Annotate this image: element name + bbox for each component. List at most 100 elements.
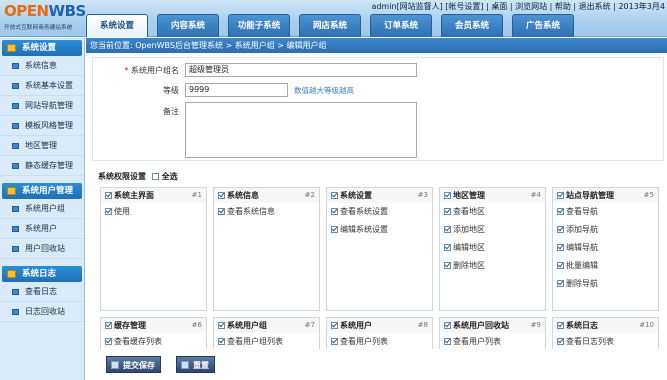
- save-button[interactable]: 提交保存: [106, 356, 161, 373]
- permission-checkbox[interactable]: [557, 262, 564, 269]
- sidebar-group-1[interactable]: 系统设置: [2, 40, 82, 56]
- permission-label: 查看日志列表: [566, 337, 614, 346]
- sidebar-item[interactable]: 查看日志: [0, 282, 84, 302]
- sidebar-item[interactable]: 模板风格管理: [0, 116, 84, 136]
- sidebar-item[interactable]: 系统信息: [0, 56, 84, 76]
- permission-label: 查看系统设置: [340, 207, 388, 216]
- permission-item[interactable]: 查看系统设置: [327, 203, 432, 221]
- reset-icon: [181, 361, 189, 369]
- select-all-checkbox[interactable]: [151, 173, 159, 180]
- permission-card: 系统用户组 #7 查看用户组列表: [213, 317, 320, 349]
- sidebar-item-label: 网站导航管理: [25, 101, 73, 110]
- permission-card-header: 系统用户 #8: [327, 318, 432, 333]
- permission-item[interactable]: 添加地区: [440, 221, 545, 239]
- permission-group-title: 系统信息: [227, 191, 259, 200]
- group-checkbox[interactable]: [105, 322, 112, 329]
- group-checkbox[interactable]: [331, 192, 338, 199]
- permission-checkbox[interactable]: [557, 226, 564, 233]
- permission-card: 站点导航管理 #5 查看导航 添加导航 编辑导航 批量编辑 删除导航: [552, 187, 659, 311]
- permission-item[interactable]: 编辑地区: [440, 239, 545, 257]
- permission-checkbox[interactable]: [218, 208, 225, 215]
- permission-item[interactable]: 查看缓存列表: [101, 333, 206, 349]
- permission-item[interactable]: 查看日志列表: [553, 333, 658, 349]
- group-checkbox[interactable]: [218, 322, 225, 329]
- permission-card: 系统主界面 #1 使用: [100, 187, 207, 311]
- tab-6[interactable]: 会员系统: [441, 14, 503, 37]
- permission-checkbox[interactable]: [331, 338, 338, 345]
- group-checkbox[interactable]: [218, 192, 225, 199]
- group-checkbox[interactable]: [331, 322, 338, 329]
- permission-item[interactable]: 编辑系统设置: [327, 221, 432, 239]
- permission-item[interactable]: 编辑导航: [553, 239, 658, 257]
- page-icon: [12, 103, 19, 109]
- note-textarea[interactable]: [185, 102, 417, 158]
- permission-item[interactable]: 使用: [101, 203, 206, 221]
- permission-checkbox[interactable]: [444, 208, 451, 215]
- permission-group-number: #2: [304, 191, 315, 199]
- sidebar-group-3[interactable]: 系统日志: [2, 266, 82, 282]
- permission-card-header: 系统主界面 #1: [101, 188, 206, 203]
- permission-checkbox[interactable]: [331, 226, 338, 233]
- select-all-label[interactable]: 全选: [162, 172, 178, 181]
- permission-checkbox[interactable]: [105, 338, 112, 345]
- permission-group-title: 站点导航管理: [566, 191, 614, 200]
- sidebar-item[interactable]: 系统基本设置: [0, 76, 84, 96]
- tab-7[interactable]: 广告系统: [512, 14, 574, 37]
- sidebar-item[interactable]: 网站导航管理: [0, 96, 84, 116]
- top-nav: 系统设置 内容系统 功能子系统 网店系统 订单系统 会员系统 广告系统: [86, 14, 583, 37]
- permission-checkbox[interactable]: [557, 208, 564, 215]
- permission-label: 查看用户列表: [453, 337, 501, 346]
- permission-checkbox[interactable]: [331, 208, 338, 215]
- permission-card: 系统信息 #2 查看系统信息: [213, 187, 320, 311]
- group-checkbox[interactable]: [444, 322, 451, 329]
- level-input[interactable]: 9999: [185, 83, 288, 97]
- sidebar-item[interactable]: 日志回收站: [0, 302, 84, 322]
- level-tip: 数值越大等级越高: [294, 86, 354, 95]
- permission-group-number: #4: [530, 191, 541, 199]
- permission-group-title: 地区管理: [453, 191, 485, 200]
- tab-5[interactable]: 订单系统: [370, 14, 432, 37]
- group-name-input[interactable]: 超级管理员: [185, 63, 417, 77]
- sidebar-item[interactable]: 静态缓存管理: [0, 156, 84, 176]
- tab-3[interactable]: 功能子系统: [228, 14, 290, 37]
- logo-text-wbs: WBS: [48, 2, 87, 20]
- permission-item[interactable]: 删除地区: [440, 257, 545, 275]
- permission-checkbox[interactable]: [557, 280, 564, 287]
- permission-item[interactable]: 查看用户列表: [440, 333, 545, 349]
- reset-button[interactable]: 重置: [176, 356, 215, 373]
- top-links[interactable]: admin[网站监督人] [帐号设置] | 桌面 | 浏览网站 | 帮助 | 退…: [371, 1, 665, 13]
- permission-checkbox[interactable]: [557, 244, 564, 251]
- page-icon: [12, 63, 19, 69]
- permission-group-number: #8: [417, 321, 428, 329]
- permission-item[interactable]: 查看系统信息: [214, 203, 319, 221]
- permission-checkbox[interactable]: [557, 338, 564, 345]
- permission-checkbox[interactable]: [444, 244, 451, 251]
- permission-item[interactable]: 添加导航: [553, 221, 658, 239]
- tab-2[interactable]: 内容系统: [157, 14, 219, 37]
- sidebar-item[interactable]: 用户回收站: [0, 239, 84, 259]
- permission-checkbox[interactable]: [218, 338, 225, 345]
- sidebar-item[interactable]: 系统用户: [0, 219, 84, 239]
- permission-item[interactable]: 查看地区: [440, 203, 545, 221]
- permission-item[interactable]: 查看导航: [553, 203, 658, 221]
- tab-1[interactable]: 系统设置: [86, 14, 148, 37]
- group-checkbox[interactable]: [105, 192, 112, 199]
- permission-checkbox[interactable]: [105, 208, 112, 215]
- save-icon: [111, 361, 119, 369]
- group-checkbox[interactable]: [557, 322, 564, 329]
- permission-checkbox[interactable]: [444, 338, 451, 345]
- sidebar-item[interactable]: 系统用户组: [0, 199, 84, 219]
- permission-item[interactable]: 查看用户列表: [327, 333, 432, 349]
- group-checkbox[interactable]: [444, 192, 451, 199]
- sidebar-item[interactable]: 地区管理: [0, 136, 84, 156]
- permission-checkbox[interactable]: [444, 262, 451, 269]
- sidebar-group-2[interactable]: 系统用户管理: [2, 183, 82, 199]
- tab-4[interactable]: 网店系统: [299, 14, 361, 37]
- note-label: 备注: [163, 107, 179, 116]
- permission-checkbox[interactable]: [444, 226, 451, 233]
- group-checkbox[interactable]: [557, 192, 564, 199]
- permission-card: 缓存管理 #6 查看缓存列表: [100, 317, 207, 349]
- permission-item[interactable]: 删除导航: [553, 275, 658, 293]
- permission-item[interactable]: 批量编辑: [553, 257, 658, 275]
- permission-item[interactable]: 查看用户组列表: [214, 333, 319, 349]
